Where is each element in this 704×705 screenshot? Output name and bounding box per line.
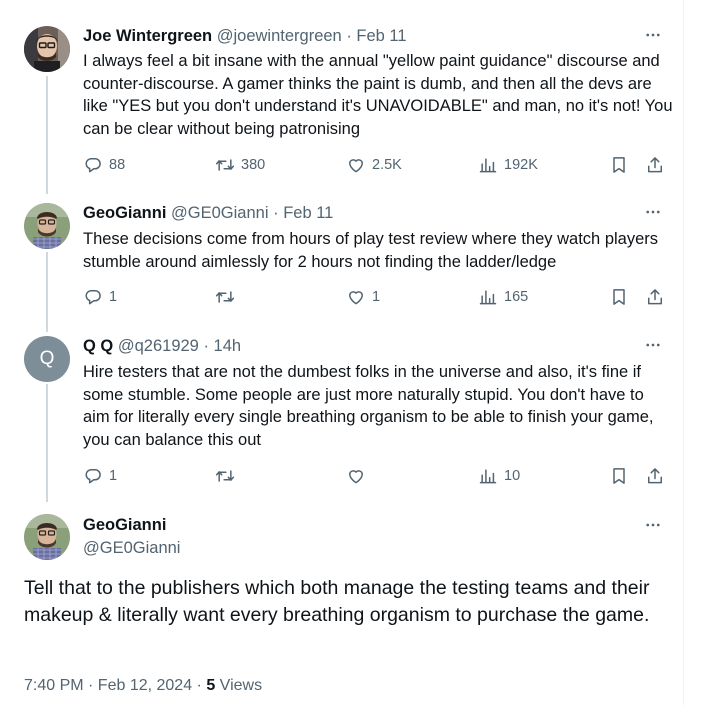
tweet-meta: 7:40 PM · Feb 12, 2024 · 5 Views (24, 677, 262, 695)
main-tweet: GeoGianni @GE0Gianni Tell that to the pu… (0, 0, 683, 705)
views-count: 5 (206, 677, 216, 694)
timestamp[interactable]: 7:40 PM · Feb 12, 2024 · (24, 677, 206, 694)
tweet-text: Tell that to the publishers which both m… (24, 577, 650, 626)
more-icon[interactable] (644, 516, 662, 534)
avatar[interactable] (24, 514, 70, 560)
handle[interactable]: @GE0Gianni (83, 539, 180, 558)
views-label: Views (215, 677, 263, 694)
display-name[interactable]: GeoGianni (83, 516, 166, 535)
column-border (683, 0, 684, 705)
